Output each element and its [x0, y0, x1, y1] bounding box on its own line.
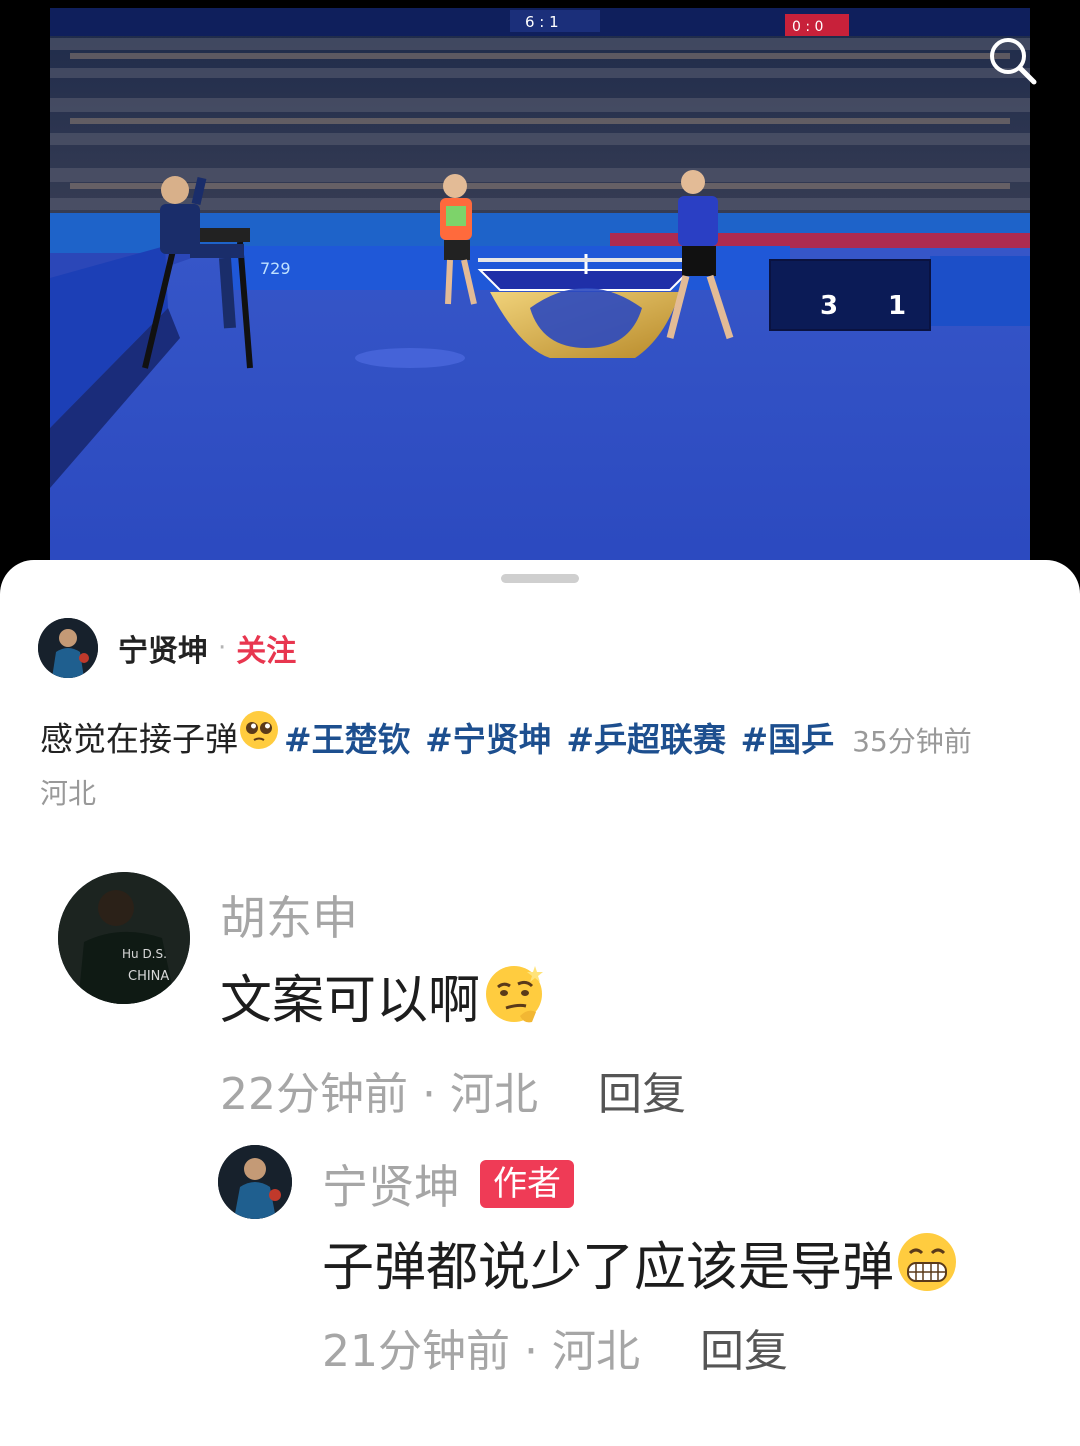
app-screen: 6 : 1 0 : 0 729 3 1 宁贤坤 · 关注 感觉在接子弹 #王楚钦… — [0, 0, 1080, 1446]
comment-text-content: 文案可以啊 — [220, 971, 481, 1031]
pleading-face-emoji — [238, 709, 280, 767]
header-separator: · — [218, 633, 227, 663]
commenter-name[interactable]: 胡东申 — [220, 882, 358, 948]
hashtag-link[interactable]: #乒超联赛 — [566, 720, 726, 759]
scoreboard-right-score: 1 — [888, 291, 906, 321]
post-header: 宁贤坤 · 关注 — [38, 616, 296, 680]
banner-mid-score: 0 : 0 — [792, 19, 823, 35]
reply-text-content: 子弹都说少了应该是导弹 — [322, 1238, 895, 1298]
reply-meta: 21分钟前 · 河北 回复 — [322, 1315, 788, 1379]
arena-scene: 6 : 1 0 : 0 729 3 1 — [50, 8, 1030, 578]
avatar-image: Hu D.S. CHINA — [58, 872, 190, 1004]
hashtag-link[interactable]: #国乒 — [740, 720, 834, 759]
post-author-name[interactable]: 宁贤坤 — [118, 626, 208, 670]
search-button[interactable] — [980, 28, 1044, 92]
reply-time-location: 21分钟前 · 河北 — [322, 1326, 640, 1377]
comment-meta: 22分钟前 · 河北 回复 — [220, 1058, 686, 1122]
ad-board-text: 729 — [260, 259, 291, 278]
jersey-country: CHINA — [128, 969, 169, 984]
scoreboard: 3 1 — [769, 259, 931, 331]
jersey-name: Hu D.S. — [122, 947, 167, 961]
comment-text: 文案可以啊 — [220, 958, 550, 1046]
comment-sheet: 宁贤坤 · 关注 感觉在接子弹 #王楚钦 #宁贤坤 #乒超联赛 #国乒 35分钟前 … — [0, 560, 1080, 1446]
scoreboard-left-score: 3 — [820, 291, 838, 321]
search-icon — [990, 38, 1037, 85]
avatar-image — [218, 1145, 292, 1219]
commenter-avatar[interactable]: Hu D.S. CHINA — [58, 872, 190, 1004]
reply-author-avatar[interactable] — [218, 1145, 292, 1219]
author-badge: 作者 — [480, 1160, 574, 1208]
drag-handle[interactable] — [501, 574, 579, 583]
post-caption: 感觉在接子弹 #王楚钦 #宁贤坤 #乒超联赛 #国乒 35分钟前 — [40, 709, 1040, 770]
follow-button[interactable]: 关注 — [236, 626, 296, 670]
hashtag-link[interactable]: #王楚钦 — [284, 720, 411, 759]
grinning-teeth-emoji — [894, 1229, 960, 1308]
post-author-avatar[interactable] — [38, 618, 98, 678]
hashtag-link[interactable]: #宁贤坤 — [425, 720, 552, 759]
post-timestamp: 35分钟前 — [852, 724, 972, 758]
comment-time-location: 22分钟前 · 河北 — [220, 1069, 538, 1120]
reply-author-name[interactable]: 宁贤坤 — [322, 1151, 460, 1217]
caption-text: 感觉在接子弹 — [40, 719, 238, 759]
reply-button[interactable]: 回复 — [700, 1326, 788, 1377]
reply-name-row: 宁贤坤 作者 — [322, 1151, 574, 1217]
post-media-image[interactable]: 6 : 1 0 : 0 729 3 1 — [50, 8, 1030, 578]
post-location: 河北 — [40, 777, 97, 810]
smirk-thinking-emoji — [480, 960, 550, 1043]
avatar-image — [38, 618, 98, 678]
reply-text: 子弹都说少了应该是导弹 — [322, 1225, 960, 1311]
reply-button[interactable]: 回复 — [598, 1069, 686, 1120]
banner-top-score: 6 : 1 — [525, 13, 559, 31]
